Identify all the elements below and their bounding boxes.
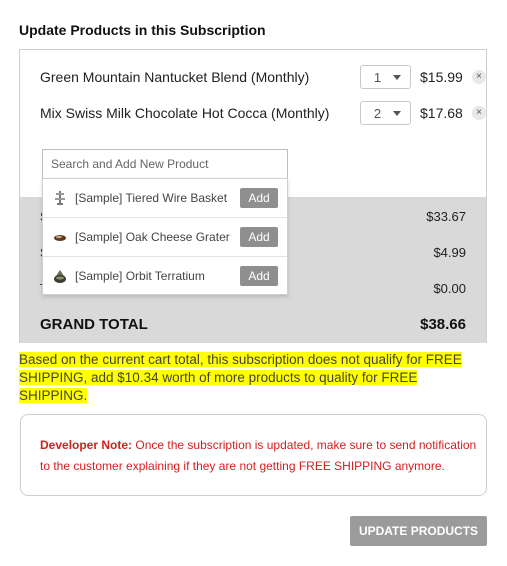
page-title: Update Products in this Subscription: [19, 22, 266, 38]
grand-total-label: GRAND TOTAL: [40, 316, 148, 333]
add-product-button[interactable]: Add: [240, 227, 278, 247]
free-shipping-notice: Based on the current cart total, this su…: [19, 351, 479, 405]
product-price: $15.99: [420, 69, 463, 85]
total-row-value: $4.99: [433, 245, 466, 260]
developer-note-label: Developer Note:: [40, 438, 133, 452]
add-product-button[interactable]: Add: [240, 266, 278, 286]
product-name: Mix Swiss Milk Chocolate Hot Cocca (Mont…: [40, 105, 330, 121]
quantity-select[interactable]: 2: [360, 101, 411, 125]
product-search-input[interactable]: [42, 149, 288, 179]
developer-note-box: Developer Note: Once the subscription is…: [20, 414, 487, 496]
search-result-item[interactable]: [Sample] Orbit Terratium Add: [43, 257, 287, 296]
chevron-down-icon: [393, 111, 401, 116]
remove-product-button[interactable]: ×: [472, 106, 486, 120]
chevron-down-icon: [393, 75, 401, 80]
search-result-name: [Sample] Tiered Wire Basket: [75, 191, 228, 205]
quantity-value: 1: [373, 69, 382, 85]
product-row: Mix Swiss Milk Chocolate Hot Cocca (Mont…: [40, 100, 486, 126]
update-products-button[interactable]: UPDATE PRODUCTS: [350, 516, 487, 546]
search-results-dropdown: [Sample] Tiered Wire Basket Add [Sample]…: [42, 178, 288, 295]
product-row: Green Mountain Nantucket Blend (Monthly)…: [40, 64, 486, 90]
grand-total-row: GRAND TOTAL $38.66: [40, 316, 466, 336]
wire-basket-thumbnail-icon: [55, 191, 65, 205]
search-result-name: [Sample] Orbit Terratium: [75, 269, 205, 283]
subscription-panel: Green Mountain Nantucket Blend (Monthly)…: [19, 49, 487, 343]
total-row-value: $0.00: [433, 281, 466, 296]
quantity-value: 2: [373, 105, 382, 121]
search-result-name: [Sample] Oak Cheese Grater: [75, 230, 230, 244]
quantity-select[interactable]: 1: [360, 65, 411, 89]
terrarium-thumbnail-icon: [54, 270, 66, 283]
product-price: $17.68: [420, 105, 463, 121]
developer-note-text: Developer Note: Once the subscription is…: [40, 435, 480, 477]
notice-text: Based on the current cart total, this su…: [19, 352, 462, 403]
search-result-item[interactable]: [Sample] Oak Cheese Grater Add: [43, 218, 287, 257]
product-name: Green Mountain Nantucket Blend (Monthly): [40, 69, 310, 85]
search-result-item[interactable]: [Sample] Tiered Wire Basket Add: [43, 179, 287, 218]
total-row-value: $33.67: [426, 209, 466, 224]
add-product-button[interactable]: Add: [240, 188, 278, 208]
remove-product-button[interactable]: ×: [472, 70, 486, 84]
cheese-grater-thumbnail-icon: [54, 235, 66, 241]
grand-total-value: $38.66: [420, 316, 466, 333]
